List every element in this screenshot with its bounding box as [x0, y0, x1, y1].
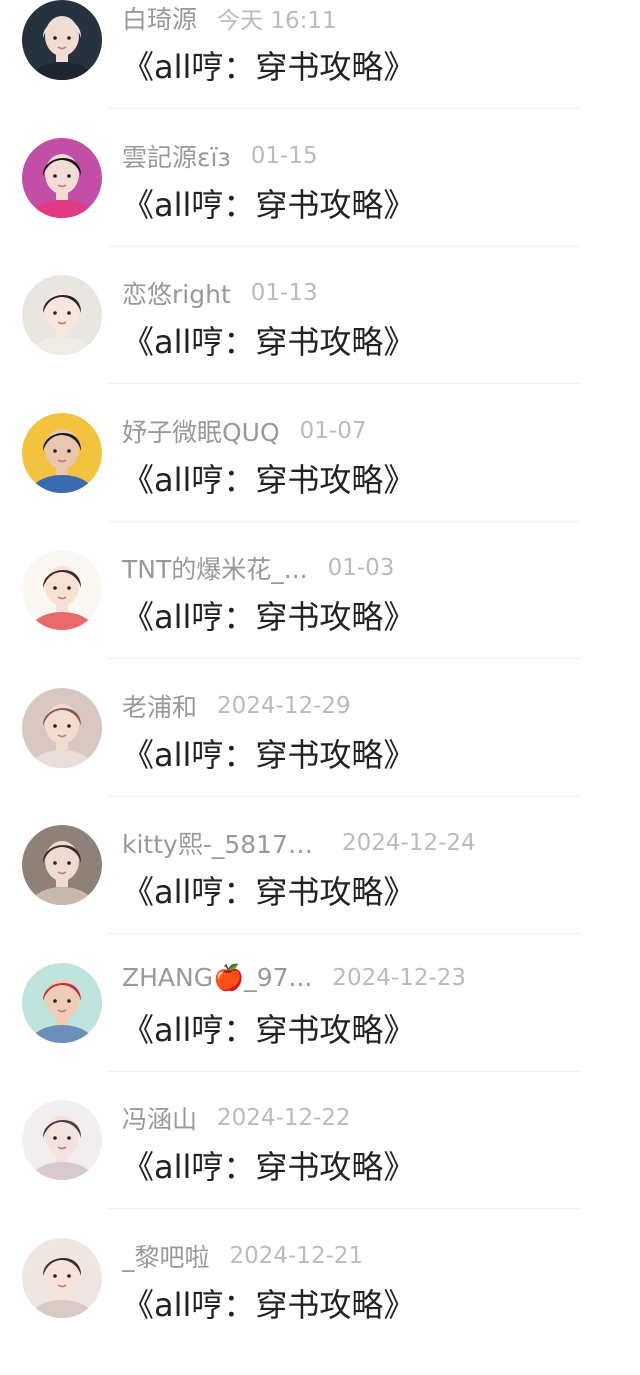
- comment-item[interactable]: _黎吧啦 2024-12-21 《all哼：穿书攻略》: [0, 1238, 640, 1375]
- username[interactable]: 老浦和: [122, 688, 197, 722]
- comment-meta: 白琦源 今天 16:11: [122, 0, 620, 34]
- divider: [108, 108, 580, 109]
- divider: [108, 658, 580, 659]
- comment-item[interactable]: 雲記源εїз 01-15 《all哼：穿书攻略》: [0, 138, 640, 275]
- comment-meta: TNT的爆米花_... 01-03: [122, 550, 620, 584]
- username[interactable]: ZHANG🍎_97...: [122, 963, 312, 993]
- user-avatar[interactable]: [22, 963, 102, 1043]
- comment-time: 2024-12-23: [332, 965, 467, 991]
- comment-text: 《all哼：穿书攻略》: [122, 598, 416, 636]
- comment-item[interactable]: 老浦和 2024-12-29 《all哼：穿书攻略》: [0, 688, 640, 825]
- comment-meta: _黎吧啦 2024-12-21: [122, 1238, 620, 1272]
- divider: [108, 1071, 580, 1072]
- comment-meta: kitty熙-_58172... 2024-12-24: [122, 825, 620, 859]
- comment-text: 《all哼：穿书攻略》: [122, 1286, 416, 1324]
- comment-time: 01-15: [250, 143, 318, 169]
- comment-text: 《all哼：穿书攻略》: [122, 186, 416, 224]
- divider: [108, 246, 580, 247]
- comment-time: 01-03: [327, 555, 395, 581]
- comment-item[interactable]: 白琦源 今天 16:11 《all哼：穿书攻略》: [0, 0, 640, 137]
- username[interactable]: kitty熙-_58172...: [122, 825, 322, 859]
- username[interactable]: TNT的爆米花_...: [122, 550, 308, 584]
- comment-meta: 雲記源εїз 01-15: [122, 138, 620, 172]
- comment-time: 2024-12-24: [342, 830, 476, 856]
- comment-meta: 老浦和 2024-12-29: [122, 688, 620, 722]
- comment-text: 《all哼：穿书攻略》: [122, 736, 416, 774]
- comment-time: 01-13: [250, 280, 318, 306]
- comment-text: 《all哼：穿书攻略》: [122, 323, 416, 361]
- divider: [108, 933, 580, 934]
- divider: [108, 521, 580, 522]
- comment-list: 白琦源 今天 16:11 《all哼：穿书攻略》 雲記源εїз 01-15 《all哼：穿…: [0, 0, 640, 1324]
- user-avatar[interactable]: [22, 413, 102, 493]
- user-avatar[interactable]: [22, 0, 102, 80]
- username[interactable]: 白琦源: [122, 0, 197, 34]
- comment-item[interactable]: ZHANG🍎_97... 2024-12-23 《all哼：穿书攻略》: [0, 963, 640, 1100]
- user-avatar[interactable]: [22, 550, 102, 630]
- username[interactable]: 妤子微眠QUQ: [122, 413, 280, 447]
- username[interactable]: 雲記源εїз: [122, 138, 231, 172]
- comment-time: 今天 16:11: [217, 8, 337, 34]
- username[interactable]: _黎吧啦: [122, 1238, 210, 1272]
- user-avatar[interactable]: [22, 1238, 102, 1318]
- username[interactable]: 冯涵山: [122, 1100, 197, 1134]
- comment-time: 01-07: [299, 418, 367, 444]
- comment-text: 《all哼：穿书攻略》: [122, 1011, 416, 1049]
- comment-time: 2024-12-21: [229, 1243, 364, 1269]
- user-avatar[interactable]: [22, 1100, 102, 1180]
- comment-time: 2024-12-29: [217, 693, 351, 719]
- divider: [108, 1208, 580, 1209]
- comment-text: 《all哼：穿书攻略》: [122, 873, 416, 911]
- comment-item[interactable]: kitty熙-_58172... 2024-12-24 《all哼：穿书攻略》: [0, 825, 640, 962]
- comment-text: 《all哼：穿书攻略》: [122, 461, 416, 499]
- username[interactable]: 恋悠right: [122, 275, 231, 309]
- user-avatar[interactable]: [22, 275, 102, 355]
- divider: [108, 796, 580, 797]
- comment-meta: 恋悠right 01-13: [122, 275, 620, 309]
- comment-meta: 冯涵山 2024-12-22: [122, 1100, 620, 1134]
- comment-meta: 妤子微眠QUQ 01-07: [122, 413, 620, 447]
- comment-meta: ZHANG🍎_97... 2024-12-23: [122, 963, 620, 997]
- user-avatar[interactable]: [22, 688, 102, 768]
- comment-item[interactable]: 妤子微眠QUQ 01-07 《all哼：穿书攻略》: [0, 413, 640, 550]
- comment-text: 《all哼：穿书攻略》: [122, 1148, 416, 1186]
- comment-item[interactable]: 冯涵山 2024-12-22 《all哼：穿书攻略》: [0, 1100, 640, 1237]
- user-avatar[interactable]: [22, 825, 102, 905]
- comment-item[interactable]: 恋悠right 01-13 《all哼：穿书攻略》: [0, 275, 640, 412]
- comment-text: 《all哼：穿书攻略》: [122, 48, 416, 86]
- comment-item[interactable]: TNT的爆米花_... 01-03 《all哼：穿书攻略》: [0, 550, 640, 687]
- divider: [108, 383, 580, 384]
- user-avatar[interactable]: [22, 138, 102, 218]
- comment-time: 2024-12-22: [217, 1105, 351, 1131]
